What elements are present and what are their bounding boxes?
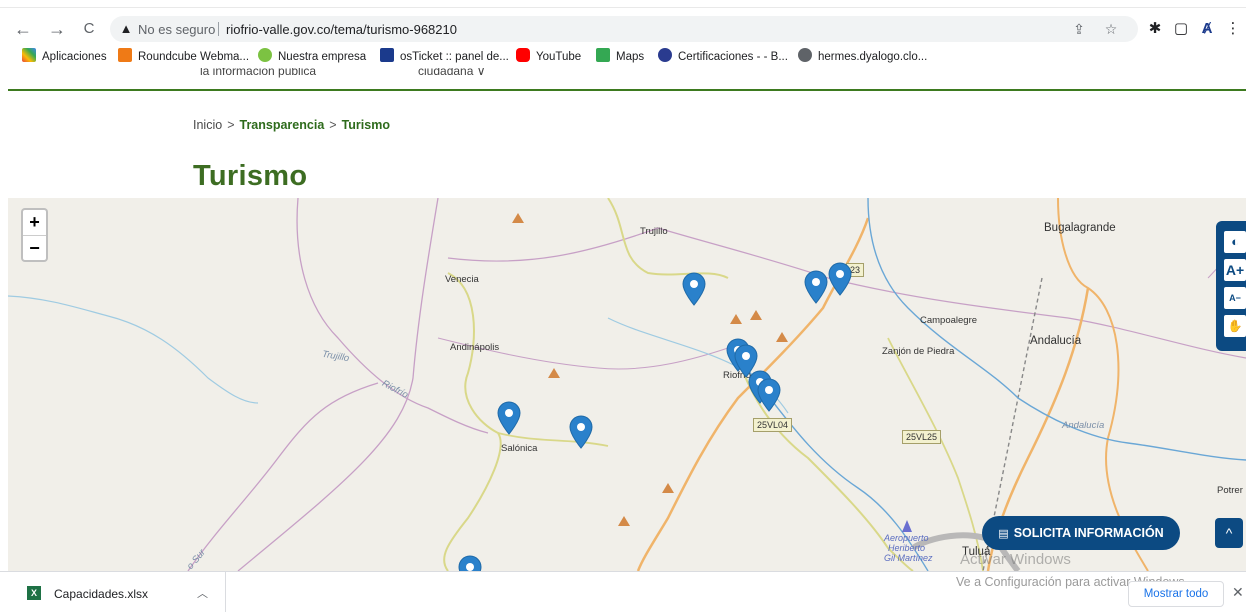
bookmark-certificaciones[interactable]: Certificaciones - - B... <box>658 48 788 66</box>
breadcrumb-transparencia[interactable]: Transparencia <box>240 118 325 132</box>
address-separator <box>218 22 219 36</box>
profile-extension-icon[interactable]: Ⱥ <box>1196 18 1218 40</box>
globe-icon <box>798 48 812 62</box>
map-marker[interactable] <box>497 401 521 435</box>
solicita-label: SOLICITA INFORMACIÓN <box>1013 526 1164 540</box>
contrast-icon[interactable]: ◐ <box>1224 231 1246 253</box>
address-bar[interactable]: ▲ No es seguro riofrio-valle.gov.co/tema… <box>110 16 1138 42</box>
map-label-aeropuerto: Aeropuerto <box>884 533 929 543</box>
map-marker[interactable] <box>682 272 706 306</box>
map-label-venecia: Venecia <box>445 274 479 285</box>
empresa-icon <box>258 48 272 62</box>
back-button[interactable]: ← <box>12 18 34 40</box>
warning-icon: ▲ <box>119 21 133 36</box>
close-download-bar-icon[interactable]: ✕ <box>1232 584 1244 601</box>
page-title: Turismo <box>193 160 308 192</box>
forward-button[interactable]: → <box>46 18 68 40</box>
browser-toolbar: ← → C ▲ No es seguro riofrio-valle.gov.c… <box>0 12 1246 46</box>
map-label-campoalegre: Campoalegre <box>920 315 978 326</box>
map-label-zanjon-de-piedra: Zanjón de Piedra <box>882 346 955 357</box>
zoom-control: + − <box>21 208 48 262</box>
maps-icon <box>596 48 610 62</box>
breadcrumb-home[interactable]: Inicio <box>193 118 222 132</box>
zoom-in-button[interactable]: + <box>23 210 46 235</box>
map-marker[interactable] <box>828 262 852 296</box>
map-label-andinapolis: Andinápolis <box>450 342 500 353</box>
font-increase-button[interactable]: A+ <box>1224 259 1246 281</box>
map-label-gil-martinez: Gil Martínez <box>884 553 933 563</box>
share-icon[interactable]: ⇪ <box>1070 20 1088 38</box>
nav-item-info-publica[interactable]: la información pública <box>200 68 316 78</box>
chevron-up-icon: ^ <box>1225 525 1233 541</box>
bookmark-osticket[interactable]: osTicket :: panel de... <box>380 48 509 66</box>
bookmark-roundcube[interactable]: Roundcube Webma... <box>118 48 249 66</box>
header-divider <box>8 89 1246 91</box>
download-item[interactable]: X Capacidades.xlsx ︿ <box>22 572 226 612</box>
map-marker[interactable] <box>458 555 482 571</box>
excel-file-icon: X <box>27 586 41 600</box>
download-file-name: Capacidades.xlsx <box>54 587 149 601</box>
bookmark-apps[interactable]: Aplicaciones <box>22 48 107 66</box>
map-label-andalucia: Andalucía <box>1030 335 1082 347</box>
reload-button[interactable]: C <box>78 18 100 40</box>
map-marker[interactable] <box>569 415 593 449</box>
chat-icon: ▤ <box>998 528 1009 540</box>
web-page: la información pública ciudadana ∨ Inici… <box>0 68 1246 571</box>
star-icon[interactable]: ☆ <box>1102 20 1120 38</box>
roundcube-icon <box>118 48 132 62</box>
zoom-out-button[interactable]: − <box>23 235 46 260</box>
map-label-andalucia-area: Andalucía <box>1062 420 1105 431</box>
download-bar: X Capacidades.xlsx ︿ Ve a Configuración … <box>0 571 1246 612</box>
scroll-top-button[interactable]: ^ <box>1215 518 1243 548</box>
security-label[interactable]: No es seguro <box>138 22 215 37</box>
road-badge-25vl04: 25VL04 <box>753 418 793 432</box>
bookmark-nuestra-empresa[interactable]: Nuestra empresa <box>258 48 366 66</box>
map-label-heriberto: Heriberto <box>888 543 926 553</box>
url-text[interactable]: riofrio-valle.gov.co/tema/turismo-968210 <box>226 22 457 37</box>
breadcrumb-separator: > <box>227 118 235 132</box>
bookmark-youtube[interactable]: YouTube <box>516 48 581 66</box>
activate-windows-title: Activar Windows <box>960 551 1071 568</box>
apps-icon <box>22 48 36 62</box>
map-label-potrer: Potrer <box>1217 485 1243 496</box>
solicita-informacion-button[interactable]: ▤ SOLICITA INFORMACIÓN <box>982 516 1180 550</box>
osticket-icon <box>380 48 394 62</box>
bookmark-maps[interactable]: Maps <box>596 48 644 66</box>
certificaciones-icon <box>658 48 672 62</box>
accessibility-panel: ◐ A+ A− ✋ <box>1216 221 1246 351</box>
chevron-up-icon[interactable]: ︿ <box>197 585 208 601</box>
sign-language-icon[interactable]: ✋ <box>1224 315 1246 337</box>
menu-icon[interactable]: ⋮ <box>1222 18 1244 40</box>
nav-item-ciudadana[interactable]: ciudadana ∨ <box>418 68 486 78</box>
breadcrumb: Inicio > Transparencia > Turismo <box>193 118 390 132</box>
map-marker[interactable] <box>804 270 828 304</box>
map-label-trujillo: Trujillo <box>640 226 668 237</box>
show-all-downloads-button[interactable]: Mostrar todo <box>1128 581 1224 607</box>
map-marker[interactable] <box>757 378 781 412</box>
breadcrumb-current: Turismo <box>341 118 390 132</box>
bookmark-hermes[interactable]: hermes.dyalogo.clo... <box>798 48 927 66</box>
font-decrease-button[interactable]: A− <box>1224 287 1246 309</box>
tab-strip <box>0 0 1246 8</box>
breadcrumb-separator: > <box>329 118 337 132</box>
extensions-icon[interactable]: ✱ <box>1144 18 1166 40</box>
map-label-salonica: Salónica <box>501 443 538 454</box>
road-badge-25vl25: 25VL25 <box>902 430 942 444</box>
browser-chrome: ← → C ▲ No es seguro riofrio-valle.gov.c… <box>0 0 1246 74</box>
side-panel-icon[interactable]: ▢ <box>1170 18 1192 40</box>
bookmarks-bar: Aplicaciones Roundcube Webma... Nuestra … <box>0 46 1246 68</box>
map-label-bugalagrande: Bugalagrande <box>1044 222 1116 234</box>
youtube-icon <box>516 48 530 62</box>
